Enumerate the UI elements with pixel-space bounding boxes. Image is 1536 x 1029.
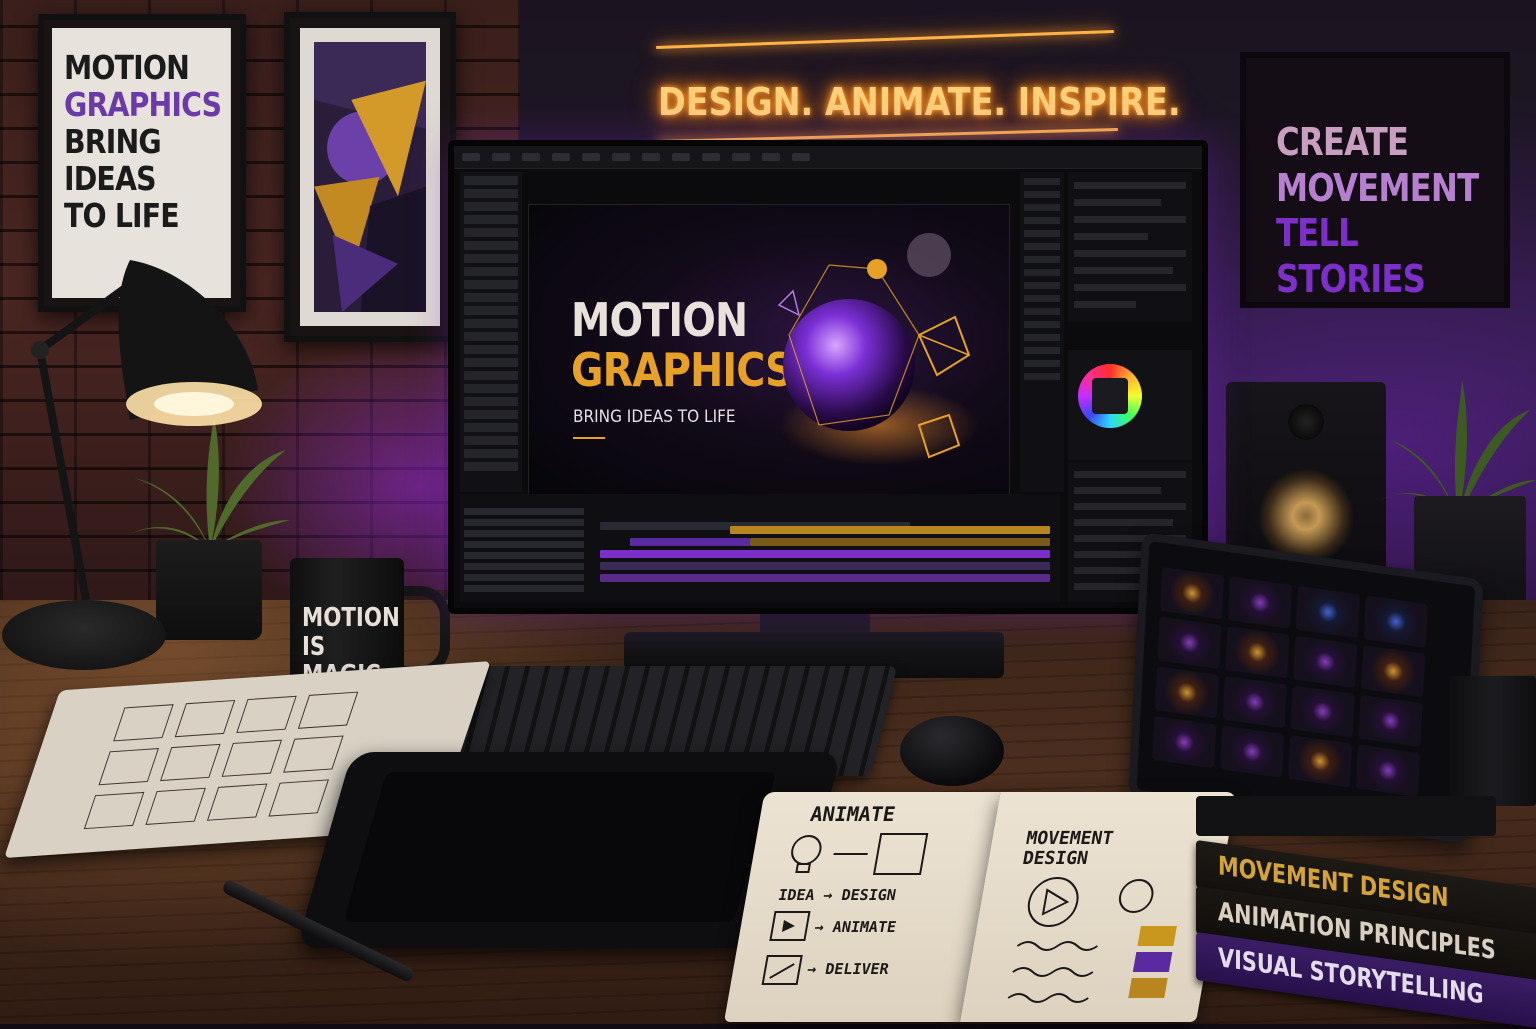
open-sketchbook: ANIMATE IDEA → DESIGN → ANIMATE → DELIVE…	[724, 792, 1237, 1022]
thumbnail[interactable]	[1154, 666, 1219, 719]
storyboard-frame	[268, 779, 330, 817]
sketchbook-left-page: ANIMATE IDEA → DESIGN → ANIMATE → DELIVE…	[724, 792, 1001, 1022]
thumbnail[interactable]	[1159, 566, 1225, 620]
right-page-heading-line-2: DESIGN	[1020, 848, 1090, 869]
neon-sign-text: DESIGN. ANIMATE. INSPIRE.	[658, 80, 1181, 124]
pen-cup	[1450, 676, 1536, 806]
storyboard-frame	[206, 783, 268, 821]
movement-design-sketches	[1007, 877, 1177, 1003]
lightbulb-sketch	[791, 833, 929, 875]
storyboard-frame	[83, 791, 145, 830]
thumbnail[interactable]	[1157, 616, 1222, 669]
tools-column[interactable]	[1020, 172, 1064, 492]
timeline-track[interactable]	[600, 574, 1050, 582]
poster-line-2: GRAPHICS	[64, 84, 222, 124]
canvas-title-line-2: GRAPHICS	[571, 343, 794, 397]
poster-right-line-2: MOVEMENT	[1276, 165, 1479, 210]
timeline-panel[interactable]	[460, 494, 1060, 602]
tablet-thumbnail-grid[interactable]	[1152, 566, 1428, 797]
thumbnail[interactable]	[1227, 576, 1293, 629]
storyboard-frame	[236, 695, 297, 734]
right-page-heading-line-1: MOVEMENT	[1024, 828, 1115, 849]
left-page-step-1: IDEA → DESIGN	[776, 886, 898, 904]
timeline-track[interactable]	[730, 526, 1050, 534]
poster-right-line-3: TELL STORIES	[1276, 211, 1426, 301]
storyboard-frame	[283, 735, 344, 773]
poster-line-1: MOTION	[64, 48, 190, 87]
color-picker-panel[interactable]	[1068, 350, 1192, 460]
storyboard-frame	[174, 699, 236, 738]
animate-box-sketch	[769, 911, 811, 941]
left-page-step-3: → DELIVER	[805, 960, 891, 978]
thumbnail[interactable]	[1287, 734, 1353, 788]
composition-viewer[interactable]: MOTION GRAPHICS BRING IDEAS TO LIFE	[528, 204, 1010, 500]
computer-monitor: MOTION GRAPHICS BRING IDEAS TO LIFE	[448, 140, 1208, 614]
create-movement-poster: CREATE MOVEMENT TELL STORIES	[1240, 52, 1510, 308]
geometric-art-poster	[284, 12, 456, 342]
thumbnail[interactable]	[1220, 725, 1285, 778]
glowing-sphere-artwork	[777, 233, 979, 465]
pen-tablet-active-area[interactable]	[343, 772, 777, 922]
storyboard-frame	[297, 691, 359, 729]
canvas-title-line-1: MOTION	[571, 293, 748, 347]
canvas-tagline: BRING IDEAS TO LIFE	[573, 407, 736, 427]
thumbnail[interactable]	[1290, 685, 1355, 738]
left-page-heading: ANIMATE	[808, 802, 898, 826]
deliver-box-sketch	[761, 955, 803, 985]
poster-right-line-1: CREATE	[1276, 120, 1409, 164]
thumbnail[interactable]	[1358, 694, 1423, 748]
left-page-step-2: → ANIMATE	[813, 918, 898, 936]
thumbnail[interactable]	[1222, 675, 1287, 729]
poster-line-3: BRING IDEAS	[64, 121, 162, 198]
timeline-track[interactable]	[600, 550, 1050, 558]
lamp-base	[2, 600, 166, 670]
mug-handle	[398, 586, 450, 676]
geometric-artwork	[314, 42, 426, 312]
app-menu-bar[interactable]	[454, 146, 1202, 169]
desk-lamp	[31, 260, 262, 601]
mug-line-1: MOTION	[302, 603, 400, 633]
computer-mouse[interactable]	[900, 716, 1004, 786]
speaker-tweeter	[1288, 404, 1324, 440]
project-panel[interactable]	[460, 172, 522, 492]
timeline-track[interactable]	[600, 562, 1050, 570]
device-on-book-stack	[1196, 796, 1496, 836]
thumbnail[interactable]	[1355, 744, 1421, 797]
thumbnail[interactable]	[1293, 635, 1358, 688]
poster-line-4: TO LIFE	[64, 195, 180, 235]
thumbnail[interactable]	[1225, 626, 1290, 679]
storyboard-frame	[113, 704, 174, 742]
color-wheel[interactable]	[1078, 364, 1142, 428]
thumbnail[interactable]	[1152, 715, 1217, 769]
timeline-layer-list[interactable]	[464, 504, 584, 596]
timeline-track[interactable]	[630, 538, 750, 546]
timeline-track[interactable]	[750, 538, 1050, 546]
storyboard-frame	[145, 787, 206, 825]
storyboard-frame	[98, 748, 160, 786]
storyboard-frame	[160, 743, 221, 782]
thumbnail[interactable]	[1363, 595, 1428, 648]
thumbnail[interactable]	[1361, 645, 1426, 698]
canvas-accent-rule	[573, 437, 605, 439]
thumbnail[interactable]	[1295, 585, 1361, 639]
storyboard-frame	[221, 739, 283, 777]
effects-controls-panel[interactable]	[1068, 172, 1192, 322]
